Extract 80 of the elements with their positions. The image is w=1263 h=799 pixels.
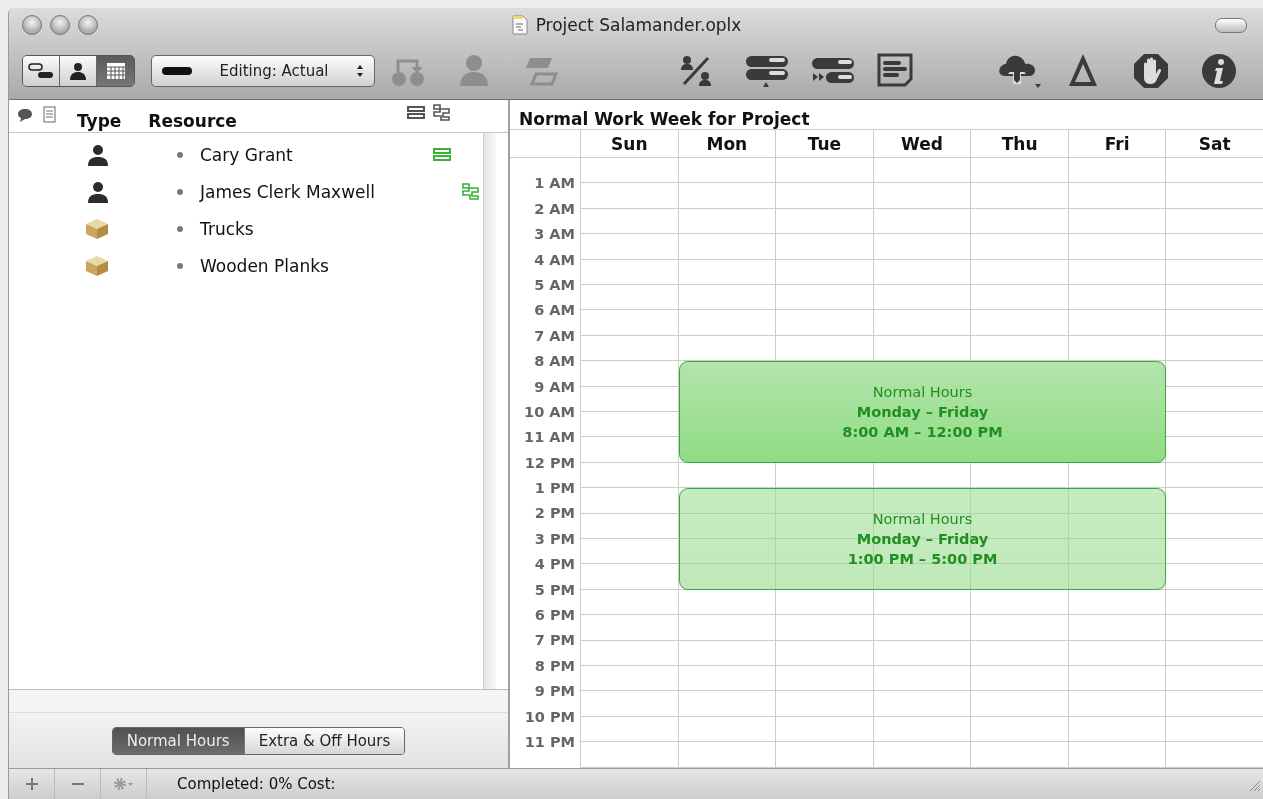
editing-popup[interactable]: Editing: Actual [151,54,375,87]
view-button[interactable] [60,55,97,86]
hour-label: 11 AM [523,428,576,448]
day-header: Sat [1165,130,1263,157]
person-icon [87,180,109,203]
person-icon [69,61,87,80]
person-icon [87,143,109,166]
resource-name[interactable]: Cary Grant [200,144,430,165]
hours-tab[interactable]: Normal Hours [112,727,245,754]
block-times: 1:00 PM – 5:00 PM [847,550,998,569]
view-button[interactable] [97,55,134,86]
close-button[interactable] [22,15,42,35]
hour-label: 11 PM [523,732,576,752]
hour-label: 3 PM [533,529,576,549]
hour-label: 1 AM [533,174,576,194]
block-title: Normal Hours [872,510,973,529]
stepper-arrows-icon [356,63,364,78]
block-days: Monday – Friday [856,402,989,422]
hour-label: 4 AM [533,250,576,270]
resource-name[interactable]: Wooden Planks [200,255,430,276]
equal-bars-icon [433,148,451,161]
status-text: Completed: 0% Cost: [177,775,336,793]
hour-label: 8 PM [533,656,576,676]
puzzle-icon [432,104,450,121]
bullet-icon [177,262,183,269]
zoom-button[interactable] [78,15,98,35]
column-header[interactable]: Type [77,111,122,131]
view-button[interactable] [23,55,60,86]
hour-label: 10 AM [523,402,576,422]
toolbar-toggle-button[interactable] [1215,17,1247,33]
hour-label: 7 AM [533,326,576,346]
day-header: Wed [872,130,971,157]
resource-name[interactable]: James Clerk Maxwell [200,181,430,202]
hour-label: 9 AM [533,377,576,397]
hour-label: 2 PM [533,504,576,524]
day-header: Thu [970,130,1068,157]
scrollbar[interactable] [483,133,496,689]
bullet-icon [177,225,183,232]
hour-label: 4 PM [533,555,576,575]
plus-icon [24,777,39,791]
note-icon [43,106,56,123]
hour-label: 6 AM [533,301,576,321]
day-header: Tue [775,130,873,157]
hour-label: 5 AM [533,275,576,295]
horizontal-scrollbar[interactable] [9,689,508,713]
calendar-icon [105,61,126,80]
hour-label: 12 PM [523,453,576,473]
equal-bars-icon [406,106,425,119]
block-title: Normal Hours [872,383,973,402]
comment-icon [17,108,33,123]
bullet-icon [177,188,183,195]
day-header: Fri [1067,130,1166,157]
gantt-icon [28,62,54,79]
block-days: Monday – Friday [856,529,989,549]
document-icon [511,15,528,35]
column-header[interactable]: Resource [148,111,237,131]
puzzle-icon [461,183,479,200]
hour-label: 8 AM [533,352,576,372]
bullet-icon [177,151,183,158]
day-header: Mon [677,130,776,157]
box-icon [85,217,109,240]
hour-label: 5 PM [533,580,576,600]
window-title: Project Salamander.oplx [535,15,742,35]
resource-name[interactable]: Trucks [200,218,430,239]
calendar-title: Normal Work Week for Project [510,100,1263,130]
minus-icon [70,782,85,786]
hour-label: 6 PM [533,606,576,625]
hour-label: 9 PM [533,682,576,702]
hour-label: 7 PM [533,631,576,651]
box-icon [85,254,109,277]
gear-icon [112,777,135,791]
hour-label: 10 PM [523,707,576,727]
hour-label: 1 PM [533,479,576,499]
day-header: Sun [580,130,678,157]
hour-label: 2 AM [533,199,576,219]
minimize-button[interactable] [50,15,70,35]
hours-tab[interactable]: Extra & Off Hours [244,727,405,754]
view-switcher[interactable] [22,54,135,87]
hour-label: 3 AM [533,225,576,245]
block-times: 8:00 AM – 12:00 PM [842,423,1003,442]
